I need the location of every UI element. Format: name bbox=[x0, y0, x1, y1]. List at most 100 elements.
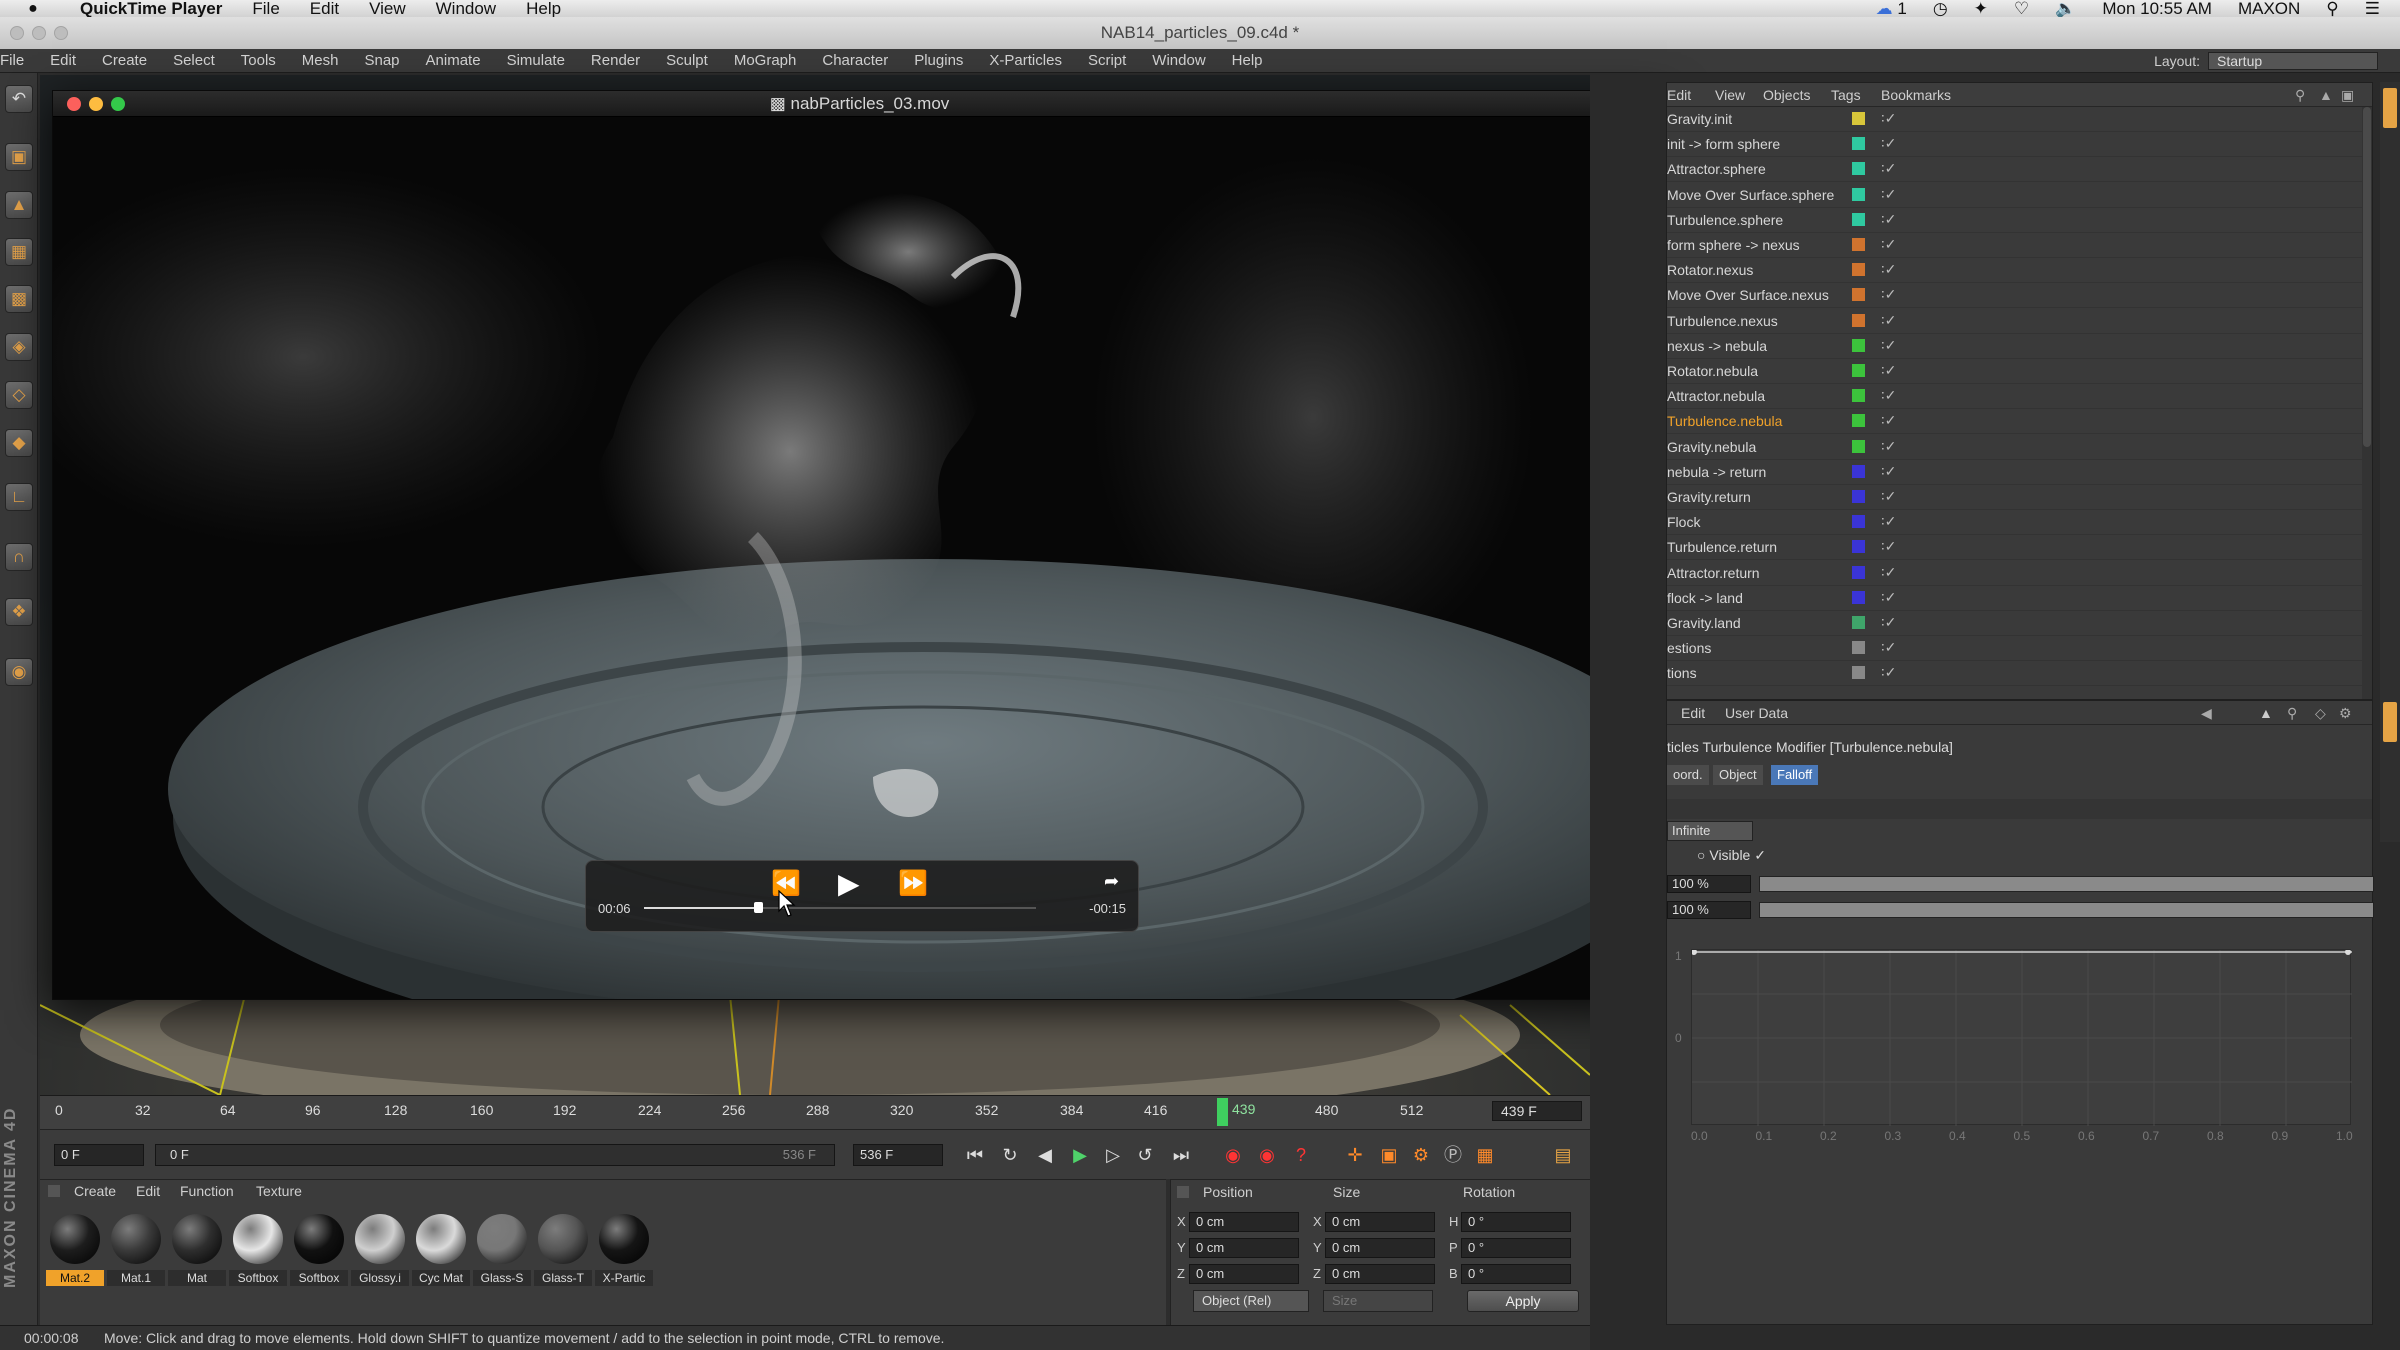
enable-check-icon[interactable]: ∶✓ bbox=[1881, 639, 1896, 656]
layer-color-swatch[interactable] bbox=[1852, 414, 1865, 428]
status-badge[interactable]: ☁ 1 bbox=[1876, 0, 1907, 19]
layer-color-swatch[interactable] bbox=[1852, 212, 1865, 226]
enable-check-icon[interactable]: ∶✓ bbox=[1881, 463, 1896, 480]
c4d-menu-mesh[interactable]: Mesh bbox=[302, 52, 339, 69]
axis-icon[interactable]: ∟ bbox=[5, 483, 33, 511]
c4d-menu-file[interactable]: File bbox=[0, 52, 24, 69]
enable-check-icon[interactable]: ∶✓ bbox=[1881, 438, 1896, 455]
object-row[interactable]: flock -> land ∶✓ bbox=[1667, 586, 2372, 611]
mat-menu-edit[interactable]: Edit bbox=[136, 1183, 160, 1199]
enable-check-icon[interactable]: ∶✓ bbox=[1881, 614, 1896, 631]
c4d-menu-help[interactable]: Help bbox=[1232, 52, 1263, 69]
object-row[interactable]: init -> form sphere ∶✓ bbox=[1667, 132, 2372, 158]
c4d-menu-window[interactable]: Window bbox=[1152, 52, 1205, 69]
workplane-icon[interactable]: ▩ bbox=[5, 285, 33, 313]
om-menu-edit[interactable]: Edit bbox=[1667, 87, 1691, 103]
object-row[interactable]: nexus -> nebula ∶✓ bbox=[1667, 334, 2372, 359]
qt-minimize-icon[interactable] bbox=[89, 97, 103, 111]
material-swatch[interactable]: Cyc Mat bbox=[412, 1214, 470, 1296]
c4d-menu-animate[interactable]: Animate bbox=[426, 52, 481, 69]
layer-color-swatch[interactable] bbox=[1852, 464, 1865, 478]
menu-file[interactable]: File bbox=[252, 0, 279, 19]
enable-check-icon[interactable]: ∶✓ bbox=[1881, 286, 1896, 303]
object-row[interactable]: Flock ∶✓ bbox=[1667, 510, 2372, 536]
om-menu-tags[interactable]: Tags bbox=[1831, 87, 1861, 103]
key-pla-icon[interactable]: ▦ bbox=[1470, 1140, 1500, 1170]
object-row[interactable]: Turbulence.nebula ∶✓ bbox=[1667, 409, 2372, 435]
layer-color-swatch[interactable] bbox=[1852, 364, 1865, 377]
c4d-menu-xparticles[interactable]: X-Particles bbox=[989, 52, 1062, 69]
size-x-field[interactable]: 0 cm bbox=[1325, 1212, 1435, 1232]
object-row[interactable]: Attractor.return ∶✓ bbox=[1667, 561, 2372, 586]
enable-check-icon[interactable]: ∶✓ bbox=[1881, 135, 1896, 152]
object-row[interactable]: nebula -> return ∶✓ bbox=[1667, 460, 2372, 485]
material-swatch[interactable]: Softbox bbox=[290, 1214, 348, 1296]
menu-help[interactable]: Help bbox=[526, 0, 561, 19]
object-row[interactable]: Rotator.nexus ∶✓ bbox=[1667, 258, 2372, 284]
layer-color-swatch[interactable] bbox=[1852, 389, 1865, 403]
end-frame-field[interactable]: 439 F bbox=[1492, 1101, 1582, 1121]
coordinate-mode-select[interactable]: Object (Rel) bbox=[1193, 1290, 1309, 1312]
object-row[interactable]: Move Over Surface.sphere ∶✓ bbox=[1667, 183, 2372, 208]
strength-field[interactable]: 100 % bbox=[1667, 875, 1751, 893]
app-menu[interactable]: QuickTime Player bbox=[80, 0, 222, 19]
enable-check-icon[interactable]: ∶✓ bbox=[1881, 236, 1896, 253]
object-row[interactable]: form sphere -> nexus ∶✓ bbox=[1667, 233, 2372, 258]
rotation-p-field[interactable]: 0 ° bbox=[1461, 1238, 1571, 1258]
enable-check-icon[interactable]: ∶✓ bbox=[1881, 362, 1896, 379]
size-z-field[interactable]: 0 cm bbox=[1325, 1264, 1435, 1284]
panel-grip-icon[interactable] bbox=[1177, 1186, 1189, 1198]
attributes-tab[interactable] bbox=[2383, 702, 2397, 742]
enable-check-icon[interactable]: ∶✓ bbox=[1881, 664, 1896, 681]
bluetooth-icon[interactable]: ✦ bbox=[1974, 0, 1988, 19]
lock-icon[interactable]: ◉ bbox=[5, 658, 33, 686]
menu-edit[interactable]: Edit bbox=[310, 0, 339, 19]
enable-check-icon[interactable]: ∶✓ bbox=[1881, 564, 1896, 581]
material-swatch[interactable]: X-Partic bbox=[595, 1214, 653, 1296]
visible-checkbox[interactable]: ○ Visible ✓ bbox=[1697, 847, 1766, 864]
scroll-thumb[interactable] bbox=[2363, 107, 2371, 447]
goto-end-icon[interactable]: ⏭ bbox=[1166, 1140, 1196, 1170]
enable-check-icon[interactable]: ∶✓ bbox=[1881, 110, 1896, 127]
object-row[interactable]: Turbulence.return ∶✓ bbox=[1667, 535, 2372, 561]
object-row[interactable]: Gravity.nebula ∶✓ bbox=[1667, 435, 2372, 460]
enable-check-icon[interactable]: ∶✓ bbox=[1881, 589, 1896, 606]
am-menu-edit[interactable]: Edit bbox=[1681, 705, 1705, 721]
c4d-menu-select[interactable]: Select bbox=[173, 52, 215, 69]
apply-button[interactable]: Apply bbox=[1467, 1290, 1579, 1312]
material-swatch[interactable]: Mat bbox=[168, 1214, 226, 1296]
zoom-icon[interactable] bbox=[54, 26, 68, 40]
tab-coord[interactable]: oord. bbox=[1667, 765, 1709, 785]
layer-color-swatch[interactable] bbox=[1852, 338, 1865, 352]
key-parameter-icon[interactable]: Ⓟ bbox=[1438, 1140, 1468, 1170]
enable-check-icon[interactable]: ∶✓ bbox=[1881, 261, 1896, 278]
share-icon[interactable]: ➦ bbox=[1104, 871, 1119, 892]
object-row[interactable]: Gravity.land ∶✓ bbox=[1667, 611, 2372, 636]
c4d-menu-plugins[interactable]: Plugins bbox=[914, 52, 963, 69]
enable-check-icon[interactable]: ∶✓ bbox=[1881, 538, 1896, 555]
goto-start-icon[interactable]: ⏮ bbox=[960, 1140, 990, 1170]
undo-icon[interactable]: ↶ bbox=[5, 85, 33, 113]
step-forward-icon[interactable]: ▷ bbox=[1098, 1140, 1128, 1170]
layer-color-swatch[interactable] bbox=[1852, 187, 1865, 201]
timeline-window-icon[interactable]: ▤ bbox=[1548, 1140, 1578, 1170]
size-y-field[interactable]: 0 cm bbox=[1325, 1238, 1435, 1258]
layer-color-swatch[interactable] bbox=[1852, 590, 1865, 604]
autokey-icon[interactable]: ◉ bbox=[1252, 1140, 1282, 1170]
lock-icon[interactable]: ◇ bbox=[2315, 705, 2326, 722]
layer-color-swatch[interactable] bbox=[1852, 565, 1865, 579]
material-swatch[interactable]: Glass-S bbox=[473, 1214, 531, 1296]
object-mode-icon[interactable]: ▲ bbox=[5, 191, 33, 219]
size-mode-select[interactable]: Size bbox=[1323, 1290, 1433, 1312]
material-swatch[interactable]: Glossy.i bbox=[351, 1214, 409, 1296]
panel-grip-icon[interactable] bbox=[48, 1185, 60, 1197]
frame-range-slider[interactable]: 0 F 536 F bbox=[155, 1144, 835, 1166]
scrub-handle[interactable] bbox=[753, 902, 763, 913]
key-position-icon[interactable]: ✛ bbox=[1340, 1140, 1370, 1170]
falloff-shape-select[interactable]: Infinite bbox=[1667, 821, 1753, 841]
fast-forward-icon[interactable]: ⏩ bbox=[898, 869, 928, 898]
material-swatch[interactable]: Mat.2 bbox=[46, 1214, 104, 1296]
layer-color-swatch[interactable] bbox=[1852, 137, 1865, 151]
search-icon[interactable]: ⚲ bbox=[2295, 87, 2305, 104]
settings-icon[interactable]: ⚙ bbox=[2339, 705, 2352, 722]
